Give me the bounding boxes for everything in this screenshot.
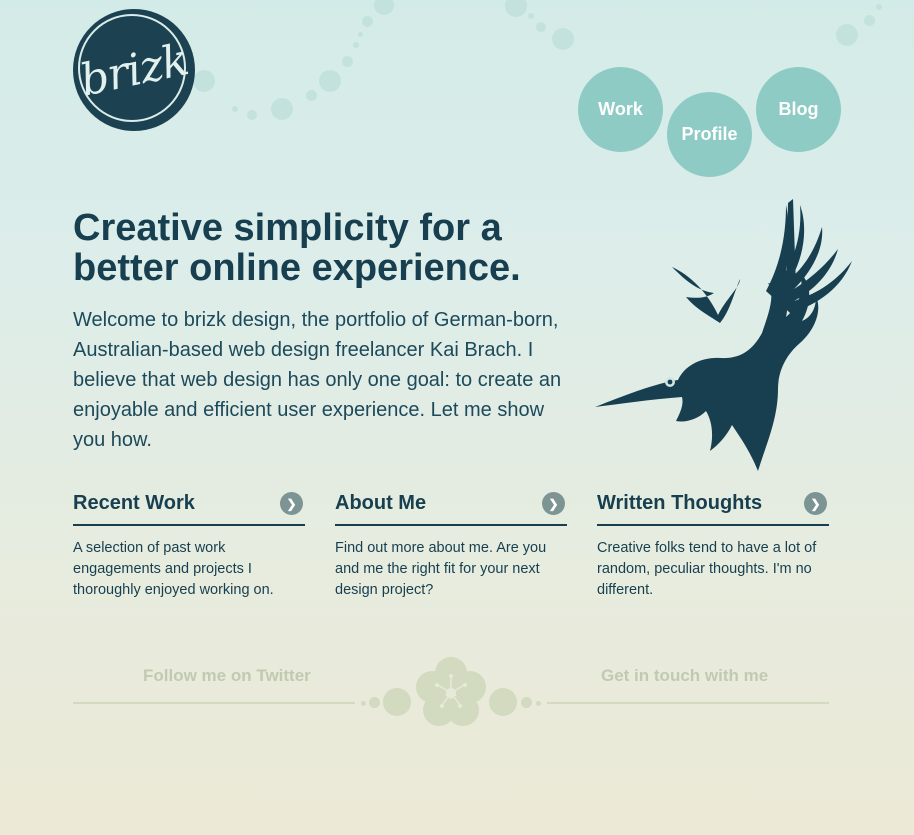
section-header: Written Thoughts ❯ [597,492,829,526]
intro-paragraph: Welcome to brizk design, the portfolio o… [73,309,562,451]
nav-profile-button[interactable]: Profile [667,92,752,177]
section-text: A selection of past work engagements and… [73,540,274,598]
section-title: Written Thoughts [597,492,763,514]
section-title: About Me [335,492,427,514]
chevron-right-icon[interactable]: ❯ [804,492,827,515]
contact-link[interactable]: Get in touch with me [601,666,768,686]
footer-divider-left [73,702,355,704]
divider-dot [369,697,380,708]
chevron-right-icon[interactable]: ❯ [280,492,303,515]
page-headline: Creative simplicity for a better online … [73,207,521,289]
nav-blog-button[interactable]: Blog [756,67,841,152]
footer-divider-right [547,702,829,704]
divider-dot [361,701,366,706]
section-text: Find out more about me. Are you and me t… [335,540,547,598]
divider-dot [521,697,532,708]
section-text: Creative folks tend to have a lot of ran… [597,540,817,598]
divider-dot [383,688,411,716]
nav-work-button[interactable]: Work [578,67,663,152]
chevron-right-icon[interactable]: ❯ [542,492,565,515]
section-header: Recent Work ❯ [73,492,305,526]
section-title: Recent Work [73,492,195,514]
nav-blog-label: Blog [778,99,819,119]
hummingbird-icon [595,199,852,471]
divider-dot [489,688,517,716]
twitter-link[interactable]: Follow me on Twitter [143,666,311,686]
section-header: About Me ❯ [335,492,567,526]
nav-work-label: Work [598,99,643,119]
section-about-me: About Me ❯ Find out more about me. Are y… [335,492,567,601]
section-written-thoughts: Written Thoughts ❯ Creative folks tend t… [597,492,829,601]
nav-profile-label: Profile [681,124,738,144]
flower-icon [416,657,486,726]
logo-text: brizk [75,33,193,107]
section-recent-work: Recent Work ❯ A selection of past work e… [73,492,305,601]
divider-dot [536,701,541,706]
